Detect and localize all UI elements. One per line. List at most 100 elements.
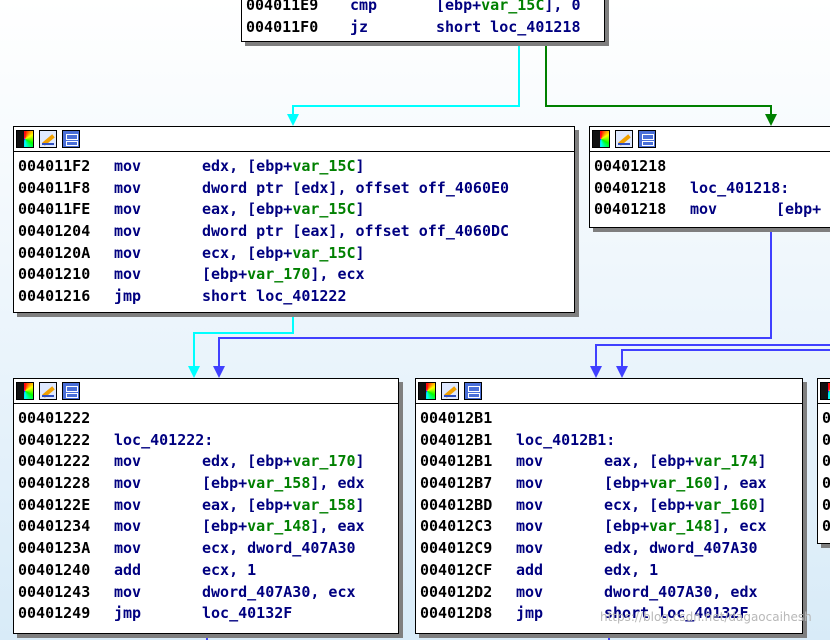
line-mnemonic: mov <box>114 222 142 241</box>
line-address: 004012B1 <box>420 409 493 427</box>
block-titlebar <box>14 379 398 404</box>
disasm-line[interactable]: 00401234 mov [ebp+var_148], eax <box>14 516 398 538</box>
disasm-line[interactable]: 00401218 loc_401218: <box>590 178 830 200</box>
disasm-line[interactable]: 004011FE mov eax, [ebp+var_15C] <box>14 199 574 221</box>
color-palette-icon[interactable] <box>418 382 436 400</box>
stack-var: var_15C <box>292 157 356 175</box>
disasm-line[interactable]: 0 <box>818 495 830 517</box>
stack-var: var_170 <box>292 452 356 471</box>
line-address: 004012B1 <box>420 430 493 449</box>
disasm-line[interactable]: 004012C9 mov edx, dword_407A30 <box>416 538 802 560</box>
disasm-line[interactable]: 004012BD mov ecx, [ebp+var_160] <box>416 495 802 517</box>
line-operands: ecx, 1 <box>202 560 257 579</box>
disasm-line[interactable]: 004011E9 cmp [ebp+var_15C], 0 <box>242 0 604 17</box>
graph-view-icon[interactable] <box>62 382 80 400</box>
disasm-line[interactable]: 00401228 mov [ebp+var_158], edx <box>14 473 398 495</box>
disasm-line[interactable]: 0 <box>818 451 830 473</box>
disasm-line[interactable]: 0 <box>818 516 830 538</box>
disasm-line[interactable]: 0 <box>818 473 830 495</box>
block-rows: 00401218 00401218 loc_401218: 00401218 mov [e… <box>590 152 830 221</box>
line-address: 00401222 <box>18 430 91 449</box>
disasm-line[interactable]: 00401222 <box>14 408 398 430</box>
disasm-line[interactable]: 004012B1 <box>416 408 802 430</box>
color-palette-icon[interactable] <box>16 382 34 400</box>
code-block-left-mid[interactable]: 004011F2 mov edx, [ebp+var_15C] 004011F8 mov… <box>13 126 575 313</box>
line-address: 00401218 <box>594 157 667 175</box>
graph-view-icon[interactable] <box>638 130 656 148</box>
line-mnemonic: jmp <box>114 287 142 306</box>
color-palette-icon[interactable] <box>16 130 34 148</box>
disasm-line[interactable]: 004011F2 mov edx, [ebp+var_15C] <box>14 156 574 178</box>
disasm-line[interactable]: 004012B1 loc_4012B1: <box>416 430 802 452</box>
edit-name-icon[interactable] <box>39 382 57 400</box>
disasm-line[interactable]: 00401240 add ecx, 1 <box>14 560 398 582</box>
disasm-line[interactable]: 004012C3 mov [ebp+var_148], ecx <box>416 516 802 538</box>
line-operands: eax, [ebp+var_15C] <box>202 200 365 219</box>
line-label: loc_4012B1: <box>516 430 616 449</box>
color-palette-icon[interactable] <box>820 382 830 400</box>
block-titlebar <box>416 379 802 404</box>
arrowhead-bottom-left-b <box>213 366 225 378</box>
code-block-bottom-mid[interactable]: 004012B1 004012B1 loc_4012B1: 004012B1 mov ea… <box>415 378 803 634</box>
disasm-line[interactable]: 004012CF add edx, 1 <box>416 560 802 582</box>
line-mnemonic: mov <box>114 582 142 601</box>
graph-view-icon[interactable] <box>62 130 80 148</box>
disasm-line[interactable]: 00401218 mov [ebp+ <box>590 199 830 221</box>
graph-view-icon[interactable] <box>464 382 482 400</box>
disasm-line[interactable]: 0040120A mov ecx, [ebp+var_15C] <box>14 243 574 265</box>
disasm-line[interactable]: 00401216 jmp short loc_401222 <box>14 286 574 308</box>
code-block-bottom-right[interactable]: 000000 <box>817 378 830 544</box>
edge-top-to-right-mid <box>545 42 772 120</box>
disasm-line[interactable]: 0040123A mov ecx, dword_407A30 <box>14 538 398 560</box>
disasm-line[interactable]: 004011F8 mov dword ptr [edx], offset off_4… <box>14 178 574 200</box>
line-operands: dword ptr [eax], offset off_4060DC <box>202 222 510 241</box>
disasm-line[interactable]: 0 <box>818 430 830 452</box>
line-operands: dword_407A30, ecx <box>202 582 356 601</box>
edit-name-icon[interactable] <box>39 130 57 148</box>
line-mnemonic: add <box>516 560 544 579</box>
line-address: 00401243 <box>18 582 91 601</box>
stack-var: var_160 <box>649 474 713 493</box>
line-address: 004012CF <box>420 560 493 579</box>
disasm-line[interactable]: 0040122E mov eax, [ebp+var_158] <box>14 495 398 517</box>
line-address: 00401218 <box>594 178 667 197</box>
stack-var: var_148 <box>649 517 713 536</box>
line-operands: short loc_401222 <box>202 287 347 306</box>
line-address: 00401234 <box>18 517 91 536</box>
arrowhead-left-mid <box>287 114 299 126</box>
code-block-top[interactable]: 004011E9 cmp [ebp+var_15C], 0 004011F0 jz sho… <box>241 0 605 42</box>
disasm-line[interactable]: 00401218 <box>590 156 830 178</box>
disasm-line[interactable]: 00401222 mov edx, [ebp+var_170] <box>14 451 398 473</box>
line-address: 00401228 <box>18 474 91 493</box>
line-address: 0 <box>822 495 830 517</box>
line-address: 004012B1 <box>420 452 493 471</box>
line-address: 0 <box>822 408 830 430</box>
edit-name-icon[interactable] <box>615 130 633 148</box>
line-mnemonic: mov <box>516 582 544 601</box>
disasm-line[interactable]: 00401204 mov dword ptr [eax], offset off_4… <box>14 221 574 243</box>
disasm-line[interactable]: 004012B7 mov [ebp+var_160], eax <box>416 473 802 495</box>
code-block-bottom-left[interactable]: 00401222 00401222 loc_401222: 00401222 mov ed… <box>13 378 399 634</box>
edit-name-icon[interactable] <box>441 382 459 400</box>
disasm-line[interactable]: 00401243 mov dword_407A30, ecx <box>14 582 398 604</box>
line-operands: [ebp+var_170], ecx <box>202 265 365 284</box>
disasm-line[interactable]: 00401210 mov [ebp+var_170], ecx <box>14 264 574 286</box>
block-rows: 004011E9 cmp [ebp+var_15C], 0 004011F0 jz sho… <box>242 0 604 38</box>
line-mnemonic: mov <box>114 243 142 262</box>
arrowhead-right-mid <box>765 114 777 126</box>
disasm-line[interactable]: 004012B1 mov eax, [ebp+var_174] <box>416 451 802 473</box>
disasm-line[interactable]: 004012D2 mov dword_407A30, edx <box>416 582 802 604</box>
line-operands: [ebp+var_148], ecx <box>604 517 767 536</box>
line-operands: eax, [ebp+var_158] <box>202 495 365 514</box>
line-mnemonic: jmp <box>114 604 142 623</box>
stack-var: var_15C <box>481 0 545 14</box>
disasm-line[interactable]: 00401249 jmp loc_40132F <box>14 603 398 625</box>
disasm-line[interactable]: 004011F0 jz short loc_401218 <box>242 17 604 39</box>
color-palette-icon[interactable] <box>592 130 610 148</box>
disasm-line[interactable]: 0 <box>818 408 830 430</box>
code-block-right-mid[interactable]: 00401218 00401218 loc_401218: 00401218 mov [e… <box>589 126 830 228</box>
stack-var: var_158 <box>247 474 311 493</box>
block-rows: 004012B1 004012B1 loc_4012B1: 004012B1 mov ea… <box>416 404 802 625</box>
edge-left-mid-to-bottom-left <box>193 313 294 370</box>
disasm-line[interactable]: 00401222 loc_401222: <box>14 430 398 452</box>
